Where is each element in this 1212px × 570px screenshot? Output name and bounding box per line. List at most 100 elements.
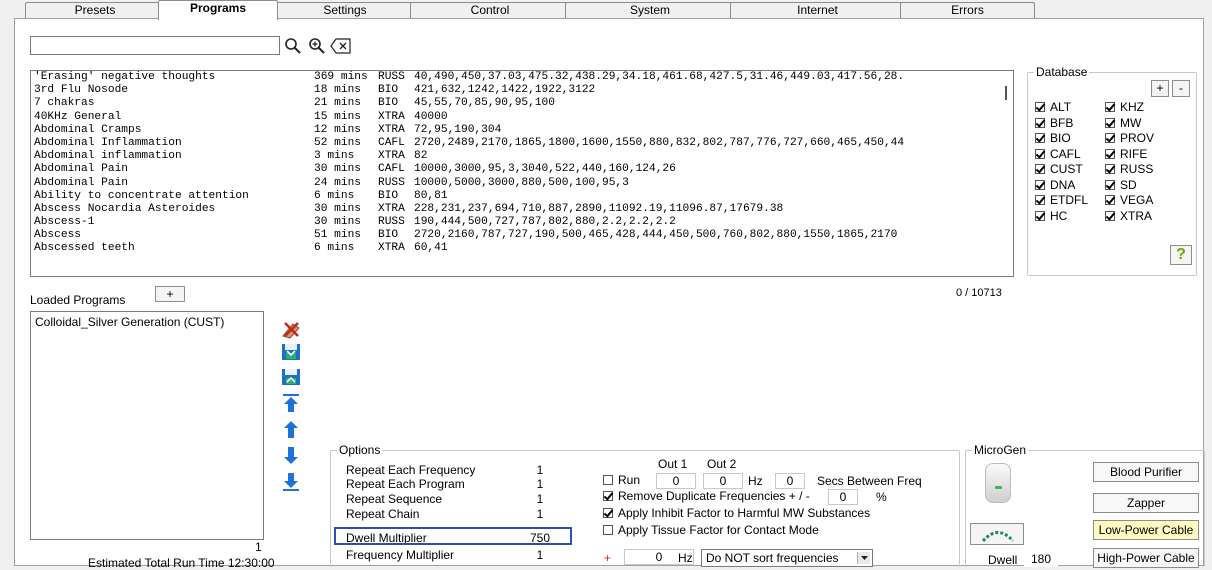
tab-bar: Presets Programs Settings Control System… (0, 0, 1212, 20)
program-frequencies: 228,231,237,694,710,887,2890,11092.19,11… (414, 202, 784, 215)
program-frequencies: 40000 (414, 110, 448, 123)
program-name: Abscess-1 (34, 216, 95, 229)
delete-program-icon[interactable] (280, 318, 302, 340)
program-frequencies: 82 (414, 150, 428, 163)
database-checkbox-prov[interactable]: PROV (1105, 132, 1154, 145)
remove-duplicates-field[interactable]: 0 (828, 489, 858, 505)
checkbox-icon (1105, 164, 1115, 174)
option-value-field[interactable]: 1 (520, 507, 560, 521)
tab-control[interactable]: Control (410, 2, 570, 19)
database-checkbox-cafl[interactable]: CAFL (1035, 147, 1081, 161)
option-value-field[interactable]: 1 (520, 463, 560, 477)
database-checkbox-rife[interactable]: RIFE (1105, 147, 1147, 161)
remove-database-button[interactable]: - (1172, 80, 1190, 97)
connection-status-icon[interactable] (970, 523, 1024, 545)
program-row[interactable]: 3rd Flu Nosode 18 mins BIO 421,632,1242,142… (31, 84, 1013, 97)
database-checkbox-label: PROV (1120, 131, 1155, 145)
program-database: XTRA (378, 202, 405, 215)
tab-internet[interactable]: Internet (730, 2, 905, 19)
program-row[interactable]: 'Erasing' negative thoughts 369 mins RUSS 4… (31, 71, 1013, 84)
remove-duplicates-checkbox[interactable]: Remove Duplicate Frequencies + / - (603, 490, 810, 503)
blood-purifier-button[interactable]: Blood Purifier (1093, 462, 1199, 482)
program-row[interactable]: Ability to concentrate attention 6 mins BI… (31, 190, 1013, 203)
database-checkbox-mw[interactable]: MW (1105, 116, 1141, 130)
dwell-field[interactable]: 180 (1024, 551, 1058, 567)
program-row[interactable]: Abdominal Inflammation 52 mins CAFL 2720,24… (31, 137, 1013, 150)
program-row[interactable]: Abdominal Pain 30 mins CAFL 10000,3000,95,3… (31, 163, 1013, 176)
program-row[interactable]: Abscess-1 30 mins RUSS 190,444,500,727,787,… (31, 216, 1013, 229)
checkbox-icon (1035, 117, 1045, 128)
add-program-button[interactable]: + (155, 286, 185, 302)
run-checkbox[interactable]: Run (603, 474, 640, 487)
program-row[interactable]: Abscess 51 mins BIO 2720,2160,787,727,190,5… (31, 229, 1013, 242)
database-help-button[interactable]: ? (1170, 245, 1192, 265)
tab-presets[interactable]: Presets (25, 2, 165, 19)
save-file-icon[interactable] (280, 366, 302, 388)
program-row[interactable]: Abdominal Cramps 12 mins XTRA 72,95,190,304 (31, 124, 1013, 137)
loaded-program-item[interactable]: Colloidal_Silver Generation (CUST) (31, 312, 263, 332)
database-checkbox-bio[interactable]: BIO (1035, 132, 1071, 145)
checkbox-icon (1035, 195, 1045, 205)
percent-label: % (876, 490, 887, 504)
database-checkbox-etdfl[interactable]: ETDFL (1035, 194, 1088, 207)
database-checkbox-russ[interactable]: RUSS (1105, 163, 1153, 176)
tissue-factor-checkbox[interactable]: Apply Tissue Factor for Contact Mode (603, 524, 819, 537)
program-frequencies: 10000,5000,3000,880,500,100,95,3 (414, 176, 629, 189)
add-database-button[interactable]: + (1151, 80, 1169, 97)
database-checkbox-cust[interactable]: CUST (1035, 163, 1083, 176)
list-scrollbar[interactable] (1002, 70, 1014, 277)
database-checkbox-khz[interactable]: KHZ (1105, 101, 1144, 114)
database-checkbox-xtra[interactable]: XTRA (1105, 209, 1152, 223)
option-label: Repeat Each Frequency (346, 463, 476, 477)
option-value-field[interactable]: 1 (520, 548, 560, 562)
move-top-icon[interactable] (280, 392, 302, 414)
program-row[interactable]: Abscess Nocardia Asteroides 30 mins XTRA 22… (31, 203, 1013, 216)
program-row[interactable]: Abdominal inflammation 3 mins XTRA 82 (31, 150, 1013, 163)
inhibit-factor-checkbox[interactable]: Apply Inhibit Factor to Harmful MW Subst… (603, 507, 870, 520)
database-checkbox-dna[interactable]: DNA (1035, 178, 1075, 192)
program-database: CAFL (378, 136, 405, 149)
database-checkbox-sd[interactable]: SD (1105, 178, 1137, 192)
microgen-legend: MicroGen (972, 443, 1029, 457)
program-database: CAFL (378, 163, 405, 176)
load-file-icon[interactable] (280, 341, 302, 363)
low-power-cable-button[interactable]: Low-Power Cable (1093, 520, 1199, 540)
tab-system[interactable]: System (565, 2, 735, 19)
program-row[interactable]: 40KHz General 15 mins XTRA 40000 (31, 111, 1013, 124)
option-value-field[interactable]: 1 (520, 477, 560, 491)
program-list[interactable]: 'Erasing' negative thoughts 369 mins RUSS 4… (30, 70, 1014, 277)
run-out1-field[interactable]: 0 (656, 473, 696, 489)
database-checkbox-bfb[interactable]: BFB (1035, 115, 1074, 130)
zoom-in-icon[interactable] (306, 36, 328, 56)
move-bottom-icon[interactable] (280, 471, 302, 493)
database-checkbox-hc[interactable]: HC (1035, 209, 1067, 223)
tab-errors[interactable]: Errors (900, 2, 1035, 19)
clear-search-icon[interactable] (330, 36, 352, 56)
tab-programs[interactable]: Programs (158, 0, 278, 20)
database-checkbox-label: BIO (1050, 131, 1071, 145)
program-row[interactable]: Abdominal Pain 24 mins RUSS 10000,5000,3000… (31, 177, 1013, 190)
search-icon[interactable] (282, 36, 304, 56)
program-duration: 18 mins (314, 84, 361, 97)
move-up-icon[interactable] (280, 418, 302, 440)
program-duration: 52 mins (314, 136, 361, 149)
tab-settings[interactable]: Settings (275, 2, 415, 19)
database-checkbox-alt[interactable]: ALT (1035, 101, 1071, 114)
program-row[interactable]: Abscessed teeth 6 mins XTRA 60,41 (31, 242, 1013, 255)
program-row[interactable]: 7 chakras 21 mins BIO 45,55,70,85,90,95,100 (31, 97, 1013, 110)
option-value-field[interactable]: 1 (520, 492, 560, 506)
program-name: 'Erasing' negative thoughts (34, 71, 216, 83)
database-checkbox-vega[interactable]: VEGA (1105, 194, 1153, 207)
high-power-cable-button[interactable]: High-Power Cable (1093, 548, 1199, 568)
secs-between-field[interactable]: 0 (775, 473, 805, 489)
zapper-button[interactable]: Zapper (1093, 493, 1199, 513)
program-name: Abdominal Pain (34, 163, 128, 176)
program-name: Abdominal Cramps (34, 123, 142, 136)
run-out2-field[interactable]: 0 (703, 473, 743, 489)
search-input[interactable] (30, 36, 280, 55)
move-down-icon[interactable] (280, 445, 302, 467)
loaded-programs-list[interactable]: Colloidal_Silver Generation (CUST) (30, 311, 264, 540)
database-checkbox-label: BFB (1050, 115, 1074, 130)
program-duration: 30 mins (314, 216, 361, 229)
sort-select[interactable]: Do NOT sort frequencies (701, 549, 873, 567)
